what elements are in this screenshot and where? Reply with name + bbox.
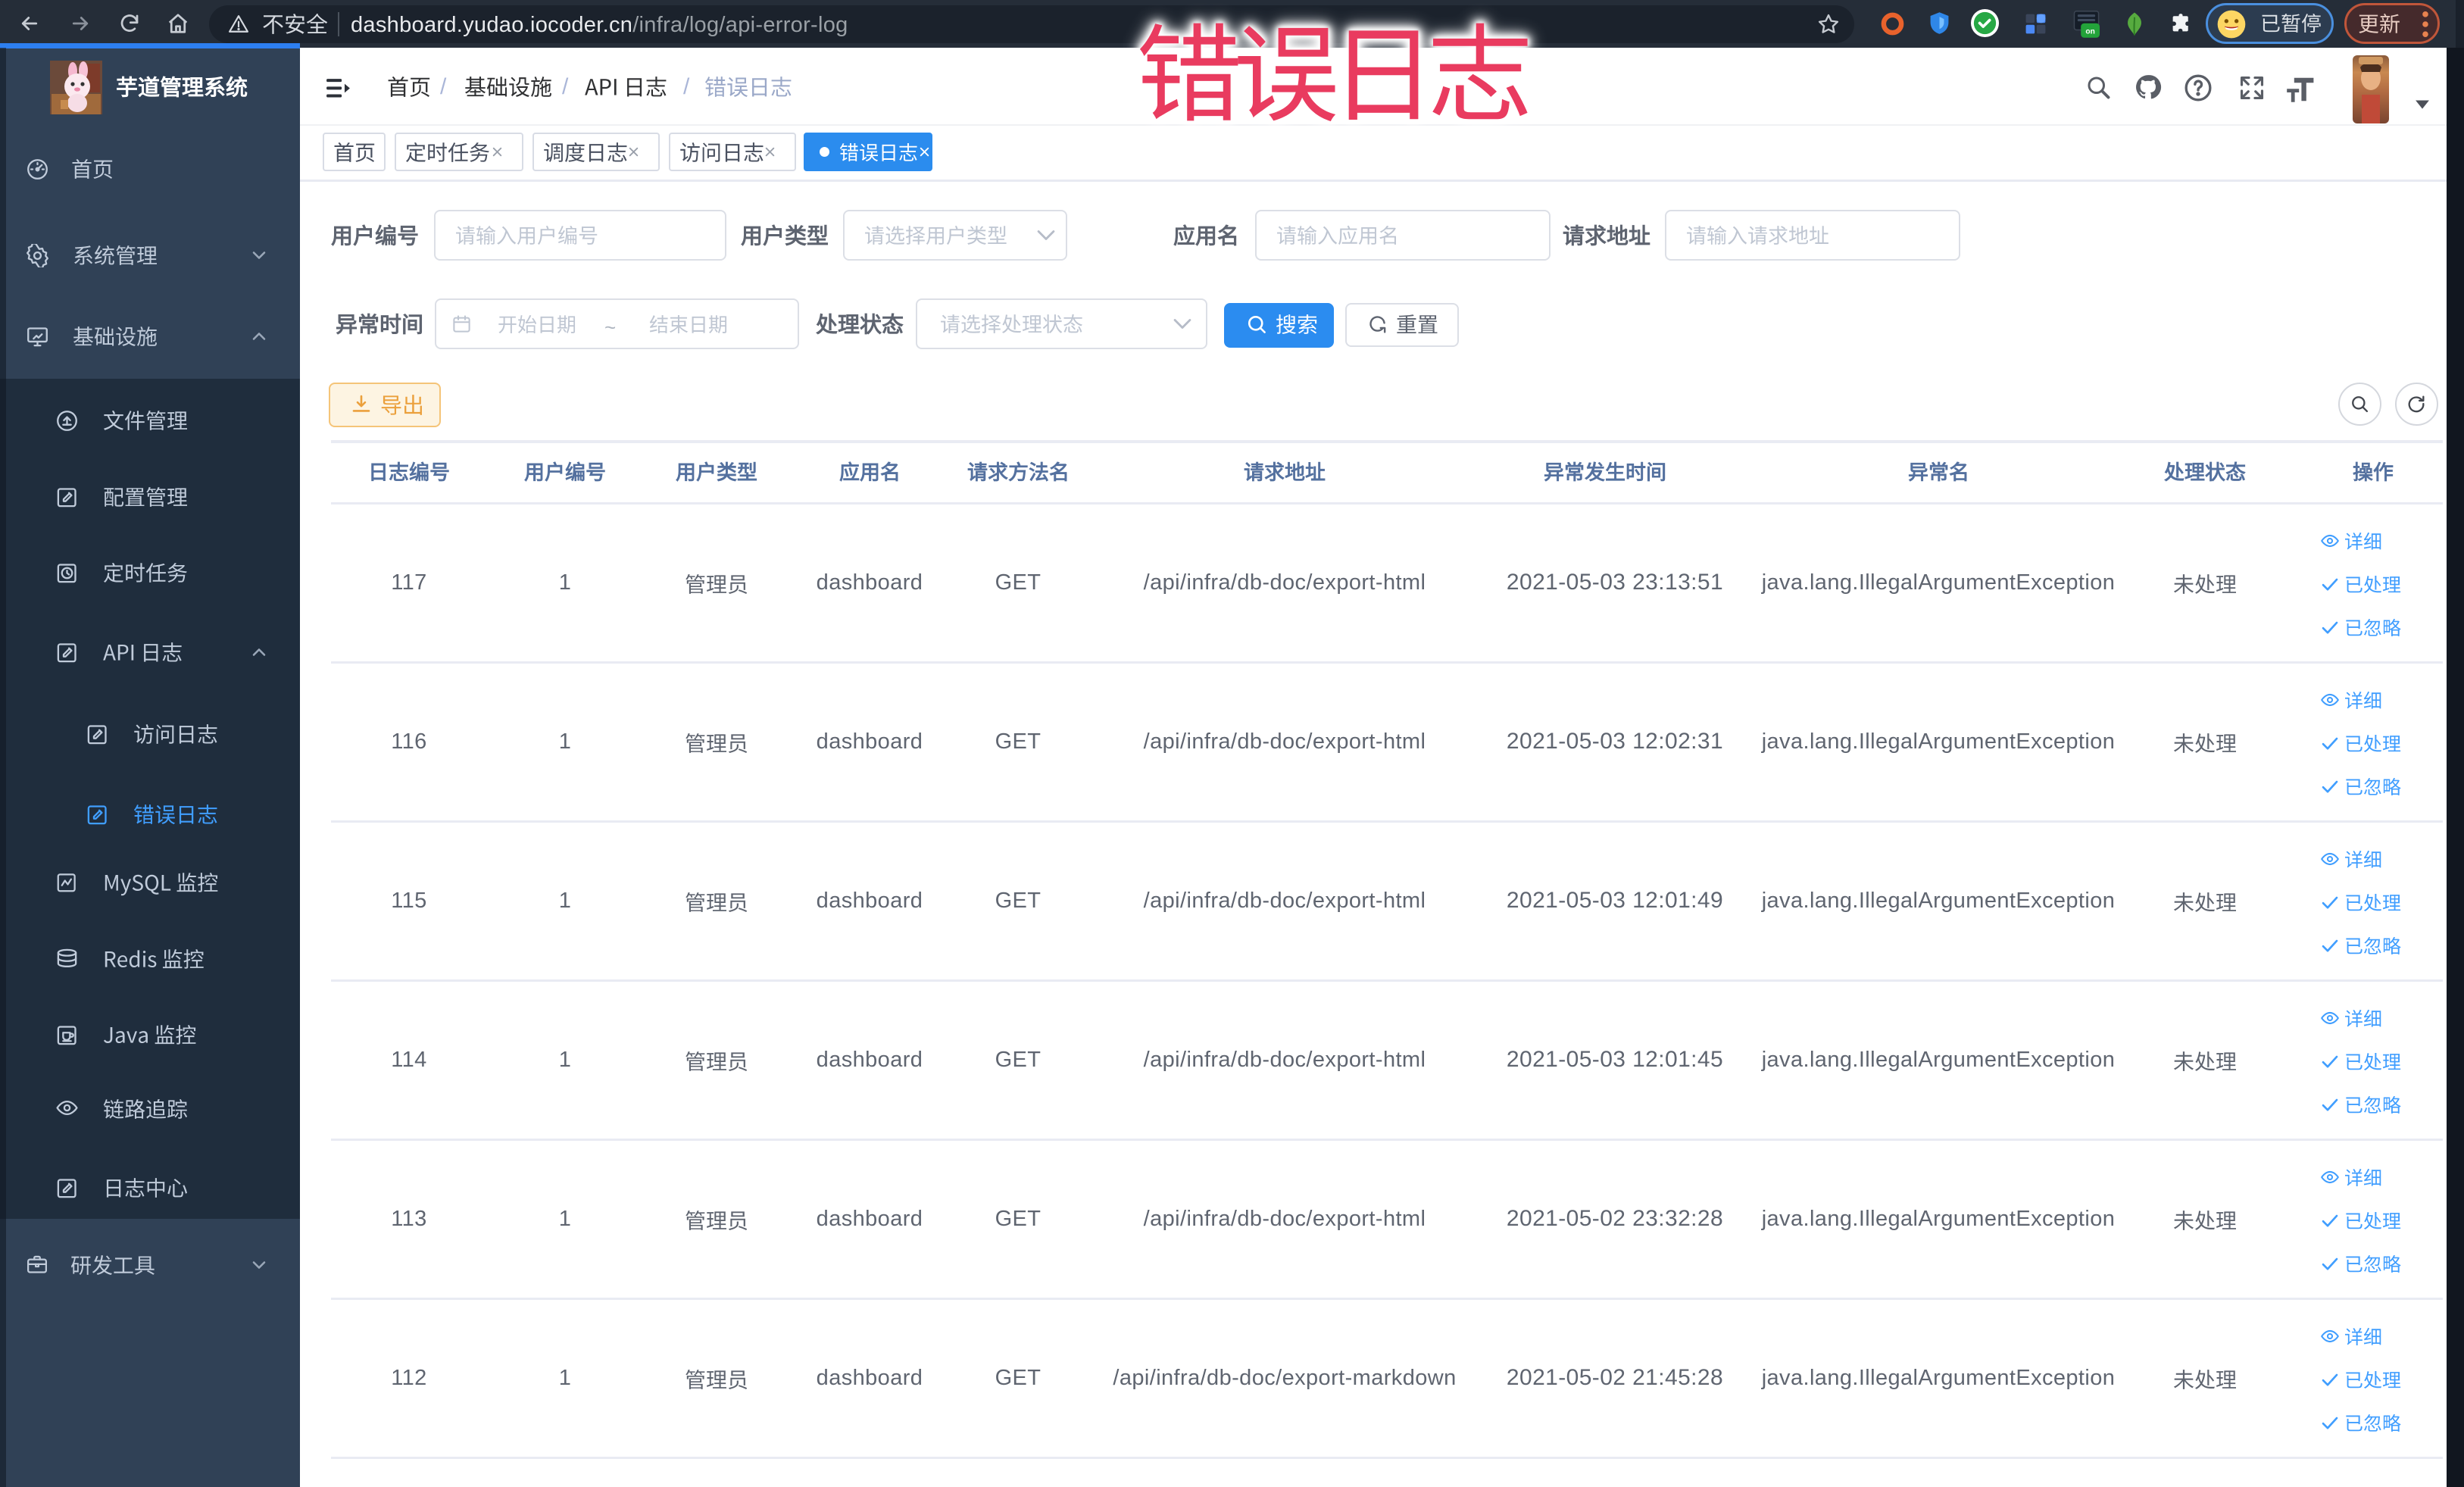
svg-text:on: on xyxy=(2085,28,2094,36)
